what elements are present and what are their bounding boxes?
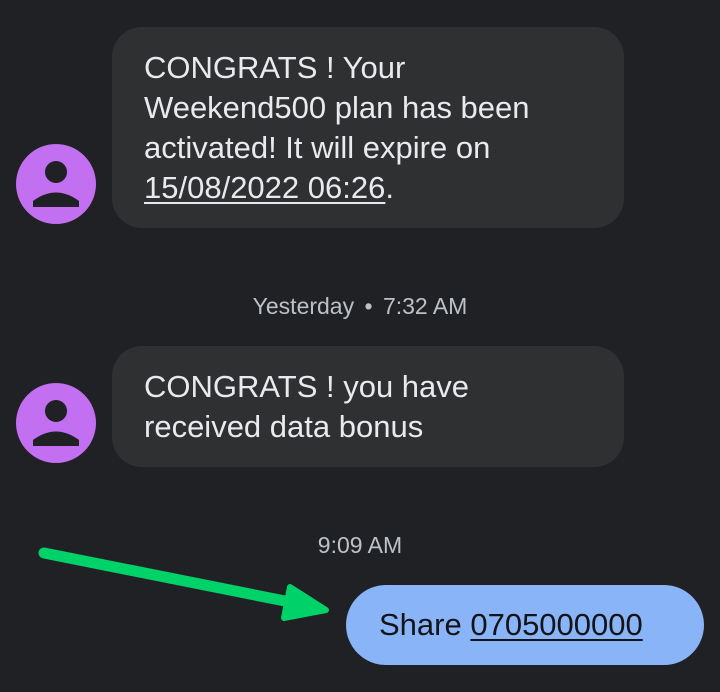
green-arrow-icon bbox=[38, 547, 329, 621]
